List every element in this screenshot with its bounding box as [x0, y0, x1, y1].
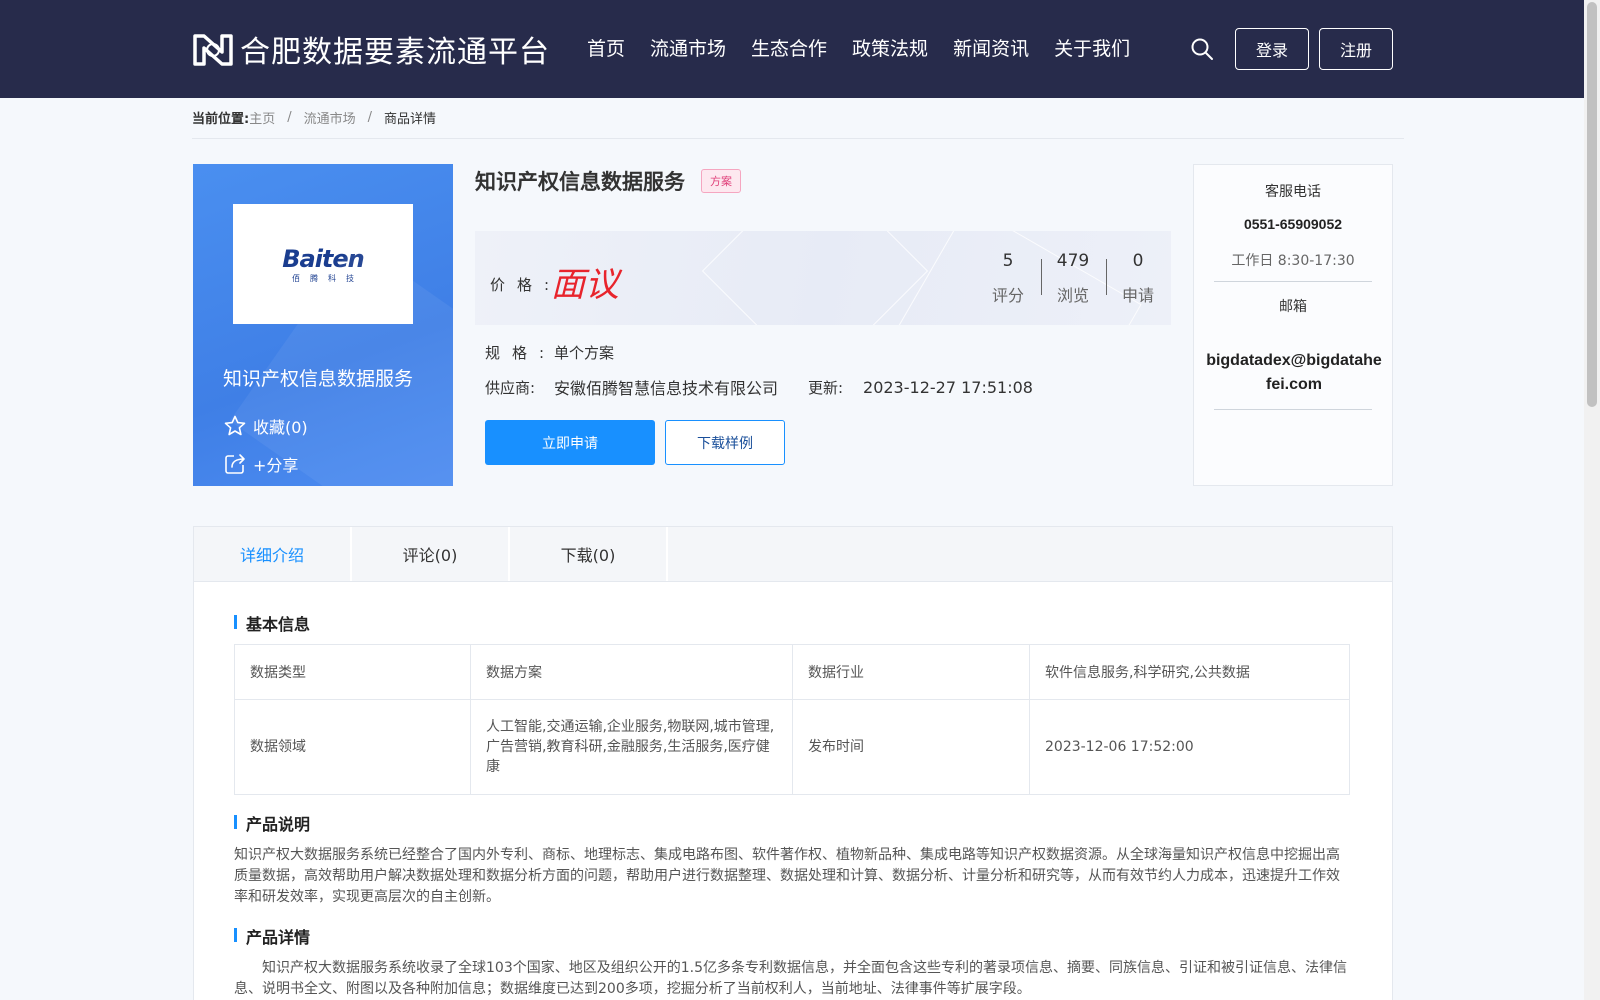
search-icon[interactable]: [1190, 37, 1214, 61]
table-row: 数据类型 数据方案 数据行业 软件信息服务,科学研究,公共数据: [234, 644, 1350, 700]
product-title-row: 知识产权信息数据服务 方案: [475, 166, 741, 196]
product-type-tag: 方案: [701, 169, 741, 193]
phone-label: 客服电话: [1265, 184, 1321, 200]
email-label: 邮箱: [1279, 299, 1307, 315]
stat-views: 479 浏览: [1043, 251, 1103, 306]
supplier-row: 供应商: 安徽佰腾智慧信息技术有限公司 更新: 2023-12-27 17:51…: [485, 375, 1033, 399]
favorite-label: 收藏(0): [253, 418, 308, 437]
supplier-value: 安徽佰腾智慧信息技术有限公司: [554, 379, 779, 398]
description-title: 产品说明: [234, 811, 310, 835]
register-button[interactable]: 注册: [1319, 28, 1393, 70]
nav-item-news[interactable]: 新闻资讯: [953, 34, 1029, 61]
site-logo[interactable]: 合肥数据要素流通平台: [192, 27, 550, 71]
product-logo-subtext: 佰腾科技: [292, 273, 364, 283]
breadcrumb-current: 商品详情: [384, 112, 437, 127]
price-panel: 价格: 面议 5 评分 479 浏览 0 申请: [475, 231, 1171, 325]
phone-number: 0551-65909052: [1243, 216, 1343, 232]
stat-views-label: 浏览: [1056, 286, 1089, 305]
main-nav: 首页 流通市场 生态合作 政策法规 新闻资讯 关于我们: [587, 34, 1155, 61]
stat-rating-label: 评分: [991, 286, 1024, 305]
breadcrumb-divider: [192, 138, 1404, 139]
detail-tabs: 详细介绍 评论(0) 下载(0): [194, 527, 1392, 582]
product-logo: Baiten 佰腾科技: [233, 204, 413, 324]
table-cell: 2023-12-06 17:52:00: [1029, 699, 1350, 795]
nav-item-policy[interactable]: 政策法规: [852, 34, 928, 61]
table-cell: 软件信息服务,科学研究,公共数据: [1029, 644, 1350, 700]
supplier-label: 供应商:: [485, 378, 536, 397]
contact-panel: 客服电话 0551-65909052 工作日 8:30-17:30 邮箱 big…: [1193, 164, 1393, 486]
breadcrumb-label: 当前位置:: [192, 112, 250, 127]
platform-logo-icon: [193, 34, 233, 66]
breadcrumb-market-link[interactable]: 流通市场: [304, 108, 356, 127]
product-details: 详细介绍 评论(0) 下载(0) 基本信息 数据类型 数据方案 数据行业 软件信…: [193, 526, 1393, 1000]
stat-applications-label: 申请: [1121, 286, 1154, 305]
stat-views-value: 479: [1056, 251, 1090, 271]
spec-label: 规格:: [485, 344, 557, 362]
product-card-name: 知识产权信息数据服务: [223, 368, 414, 390]
nav-item-market[interactable]: 流通市场: [650, 34, 726, 61]
basic-info-table: 数据类型 数据方案 数据行业 软件信息服务,科学研究,公共数据 数据领域 人工智…: [234, 644, 1350, 795]
service-hours: 工作日 8:30-17:30: [1231, 253, 1355, 269]
decoration: [701, 231, 929, 325]
contact-divider: [1214, 281, 1372, 282]
login-button[interactable]: 登录: [1235, 28, 1309, 70]
spec-row: 规格: 单个方案: [485, 342, 614, 363]
stat-rating: 5 评分: [978, 251, 1038, 306]
table-cell: 发布时间: [792, 699, 1030, 795]
table-cell: 数据方案: [470, 644, 793, 700]
description-text: 知识产权大数据服务系统已经整合了国内外专利、商标、地理标志、集成电路布图、软件著…: [234, 847, 1340, 905]
share-label: +分享: [253, 456, 299, 475]
email-address[interactable]: bigdatadex@bigdatahefei.com: [1204, 349, 1384, 397]
stat-applications: 0 申请: [1108, 251, 1168, 306]
apply-now-button[interactable]: 立即申请: [485, 420, 655, 465]
tab-downloads[interactable]: 下载(0): [510, 527, 668, 581]
breadcrumb-separator: /: [367, 110, 373, 125]
stat-rating-value: 5: [1002, 251, 1014, 271]
site-title: 合肥数据要素流通平台: [240, 35, 550, 70]
breadcrumb-home-link[interactable]: 主页: [249, 108, 275, 127]
contact-divider: [1214, 409, 1372, 410]
table-cell: 数据领域: [234, 699, 471, 795]
top-navigation-bar: 合肥数据要素流通平台 首页 流通市场 生态合作 政策法规 新闻资讯 关于我们 登…: [0, 0, 1584, 98]
product-card: Baiten 佰腾科技 知识产权信息数据服务 收藏(0) +分享: [193, 164, 453, 486]
breadcrumb: 当前位置: 主页 / 流通市场 / 商品详情: [192, 108, 436, 127]
share-icon: [225, 454, 245, 474]
basic-info-title: 基本信息: [234, 611, 310, 635]
download-sample-button[interactable]: 下载样例: [665, 420, 785, 465]
table-cell: 数据类型: [234, 644, 471, 700]
stat-divider: [1041, 259, 1042, 295]
stat-divider: [1106, 259, 1107, 295]
price-value: 面议: [551, 265, 619, 305]
scrollbar-thumb[interactable]: [1587, 2, 1597, 407]
page-scrollbar[interactable]: [1584, 0, 1600, 1000]
favorite-button[interactable]: 收藏(0): [223, 414, 308, 438]
star-icon: [224, 415, 246, 436]
nav-item-about[interactable]: 关于我们: [1054, 34, 1130, 61]
table-cell: 人工智能,交通运输,企业服务,物联网,城市管理,广告营销,教育科研,金融服务,生…: [470, 699, 793, 795]
breadcrumb-separator: /: [287, 110, 292, 125]
details-text: 知识产权大数据服务系统收录了全球103个国家、地区及组织公开的1.5亿多条专利数…: [234, 960, 1347, 997]
nav-item-ecosystem[interactable]: 生态合作: [751, 34, 827, 61]
tab-introduction[interactable]: 详细介绍: [194, 527, 352, 581]
product-title: 知识产权信息数据服务: [475, 169, 685, 194]
stat-applications-value: 0: [1132, 251, 1144, 271]
share-button[interactable]: +分享: [223, 452, 298, 476]
nav-item-home[interactable]: 首页: [587, 34, 625, 61]
spec-value: 单个方案: [554, 344, 615, 362]
details-title: 产品详情: [234, 924, 310, 948]
tab-comments[interactable]: 评论(0): [352, 527, 510, 581]
product-logo-text: Baiten: [282, 244, 365, 273]
update-label: 更新:: [808, 378, 844, 397]
update-value: 2023-12-27 17:51:08: [863, 377, 1033, 397]
table-row: 数据领域 人工智能,交通运输,企业服务,物联网,城市管理,广告营销,教育科研,金…: [234, 699, 1350, 795]
table-cell: 数据行业: [792, 644, 1030, 700]
